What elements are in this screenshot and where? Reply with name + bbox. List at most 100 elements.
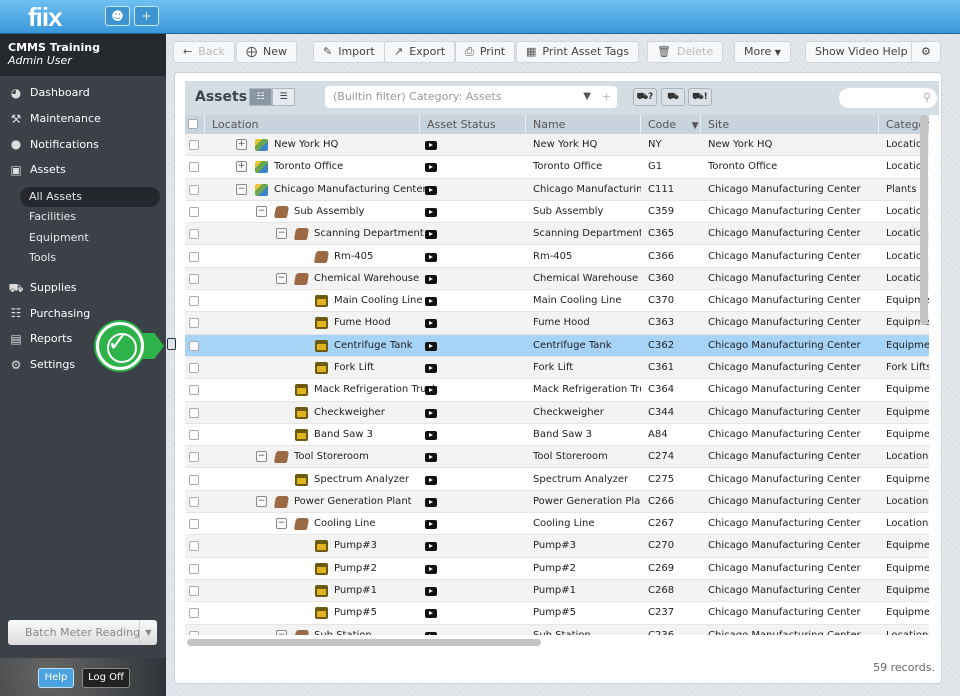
row-checkbox[interactable] [189,630,199,635]
nav-purchasing[interactable]: ☷ Purchasing [0,300,166,326]
collapse-icon[interactable]: − [256,205,267,217]
table-row[interactable]: + Toronto Office Toronto Office G1 Toronto O… [185,156,929,179]
cell-location[interactable]: Pump#2 [334,558,377,580]
col-name[interactable]: Name [526,115,641,134]
cell-location[interactable]: Pump#3 [334,535,377,557]
cell-location[interactable]: Main Cooling Line [334,290,423,312]
cell-location[interactable]: Chicago Manufacturing Center [274,179,427,201]
row-checkbox[interactable] [189,452,199,463]
dropdown-arrow-icon[interactable]: ▼ [583,86,591,108]
table-row[interactable]: Rm-405 Rm-405 C366 Chicago Manufacturing Ce… [185,246,929,268]
collapse-icon[interactable]: − [256,495,267,507]
fiix-logo[interactable]: fiix [28,2,63,33]
collapse-icon[interactable]: − [276,518,287,530]
table-row[interactable]: + New York HQ New York HQ NY New York HQ Loca… [185,134,929,157]
truck-unknown-filter[interactable]: ⛟? [633,88,657,106]
batch-meter-reading-button[interactable]: Batch Meter Reading ▼ [8,620,157,645]
collapse-icon[interactable]: − [236,183,247,195]
delete-button[interactable]: 🗑 Delete [647,41,724,63]
vertical-scrollbar[interactable] [920,115,928,325]
cell-location[interactable]: Toronto Office [274,156,343,178]
select-all-checkbox[interactable] [185,115,205,134]
table-row[interactable]: − Chemical Warehouse Chemical Warehouse C36… [185,267,929,291]
nav-assets[interactable]: ▣ Assets [0,157,166,183]
copy-icon[interactable] [167,338,176,350]
search-input[interactable]: ⚲ [839,88,937,108]
cell-location[interactable]: Rm-405 [334,246,373,268]
cell-location[interactable]: Fume Hood [334,312,391,334]
row-checkbox[interactable] [189,429,199,440]
row-checkbox[interactable] [189,385,199,396]
collapse-icon[interactable]: − [276,228,287,240]
row-checkbox[interactable] [189,318,199,329]
row-checkbox[interactable] [189,206,199,217]
row-checkbox[interactable] [189,608,199,619]
row-checkbox[interactable] [189,541,199,552]
back-button[interactable]: ← Back [173,41,235,63]
row-checkbox[interactable] [189,407,199,418]
nav-equipment[interactable]: Equipment [0,228,166,249]
row-checkbox[interactable] [189,363,199,373]
col-site[interactable]: Site [701,115,879,134]
table-row[interactable]: − Scanning Department Scanning Department C… [185,223,929,246]
add-filter-icon[interactable]: + [602,86,611,108]
row-checkbox[interactable] [189,474,199,485]
truck-alert-filter[interactable]: ⛟! [688,88,712,106]
row-checkbox[interactable] [189,273,199,284]
row-checkbox[interactable] [189,519,199,530]
row-checkbox[interactable] [189,229,199,240]
cell-location[interactable]: Power Generation Plant [294,491,412,513]
row-checkbox[interactable] [189,586,199,596]
cell-location[interactable]: Pump#1 [334,580,377,602]
table-row[interactable]: − Chicago Manufacturing Center Chicago Man… [185,178,929,201]
table-row[interactable]: Pump#5 Pump#5 C237 Chicago Manufacturing Ce… [185,602,929,625]
collapse-icon[interactable]: − [256,451,267,463]
row-checkbox[interactable] [189,496,199,507]
table-row[interactable]: Checkweigher Checkweigher C344 Chicago Manu… [185,401,929,424]
cell-location[interactable]: Pump#5 [334,602,377,624]
filter-select[interactable]: (Builtin filter) Category: Assets ▼ + [325,86,617,108]
expand-icon[interactable]: + [236,139,247,150]
list-view-toggle[interactable]: ☰ [272,88,295,106]
cell-location[interactable]: Spectrum Analyzer [314,469,409,491]
import-button[interactable]: ✎ Import [313,41,385,63]
table-row[interactable]: Centrifuge Tank Centrifuge Tank C362 Chicag… [185,334,929,357]
cell-location[interactable]: Tool Storeroom [294,446,369,468]
export-button[interactable]: ↗ Export [384,41,456,63]
nav-dashboard[interactable]: ◕ Dashboard [0,80,166,106]
row-checkbox[interactable] [189,563,199,574]
collapse-icon[interactable]: − [276,272,287,284]
nav-notifications[interactable]: ● Notifications [0,131,166,157]
col-asset-status[interactable]: Asset Status [420,115,526,134]
cell-location[interactable]: Chemical Warehouse [314,268,419,290]
log-off-button[interactable]: Log Off [82,668,130,688]
table-row[interactable]: − Power Generation Plant Power Generation … [185,490,929,514]
cell-location[interactable]: New York HQ [274,134,338,156]
col-code[interactable]: Code ▼ [641,115,701,134]
table-row[interactable]: − Cooling Line Cooling Line C267 Chicago Man… [185,513,929,536]
cell-location[interactable]: Cooling Line [314,513,375,535]
cell-location[interactable]: Scanning Department [314,223,424,245]
help-button[interactable]: Help [38,668,74,688]
cell-location[interactable]: Sub Station [314,625,372,635]
table-row[interactable]: − Sub Station Sub Station C236 Chicago Manuf… [185,624,929,635]
table-row[interactable]: Mack Refrigeration Truck Mack Refrigerati… [185,379,929,402]
table-row[interactable]: Fork Lift Fork Lift C361 Chicago Manufactur… [185,357,929,380]
table-row[interactable]: − Sub Assembly Sub Assembly C359 Chicago Man… [185,201,929,224]
table-row[interactable]: Spectrum Analyzer Spectrum Analyzer C275 Ch… [185,469,929,491]
nav-tools[interactable]: Tools [0,248,166,269]
truck-filter[interactable]: ⛟ [661,88,685,106]
table-row[interactable]: Pump#2 Pump#2 C269 Chicago Manufacturing Ce… [185,558,929,580]
row-checkbox[interactable] [189,251,199,262]
col-location[interactable]: Location [205,115,420,134]
expand-icon[interactable]: + [236,161,247,173]
cell-location[interactable]: Centrifuge Tank [334,335,413,357]
cell-location[interactable]: Sub Assembly [294,201,364,223]
cell-location[interactable]: Band Saw 3 [314,424,373,446]
row-checkbox[interactable] [189,140,199,150]
nav-all-assets[interactable]: All Assets [20,186,160,208]
more-button[interactable]: More ▼ [734,41,791,63]
row-checkbox[interactable] [189,162,199,173]
table-row[interactable]: Pump#3 Pump#3 C270 Chicago Manufacturing Ce… [185,535,929,558]
print-asset-tags-button[interactable]: ▦ Print Asset Tags [516,41,640,63]
